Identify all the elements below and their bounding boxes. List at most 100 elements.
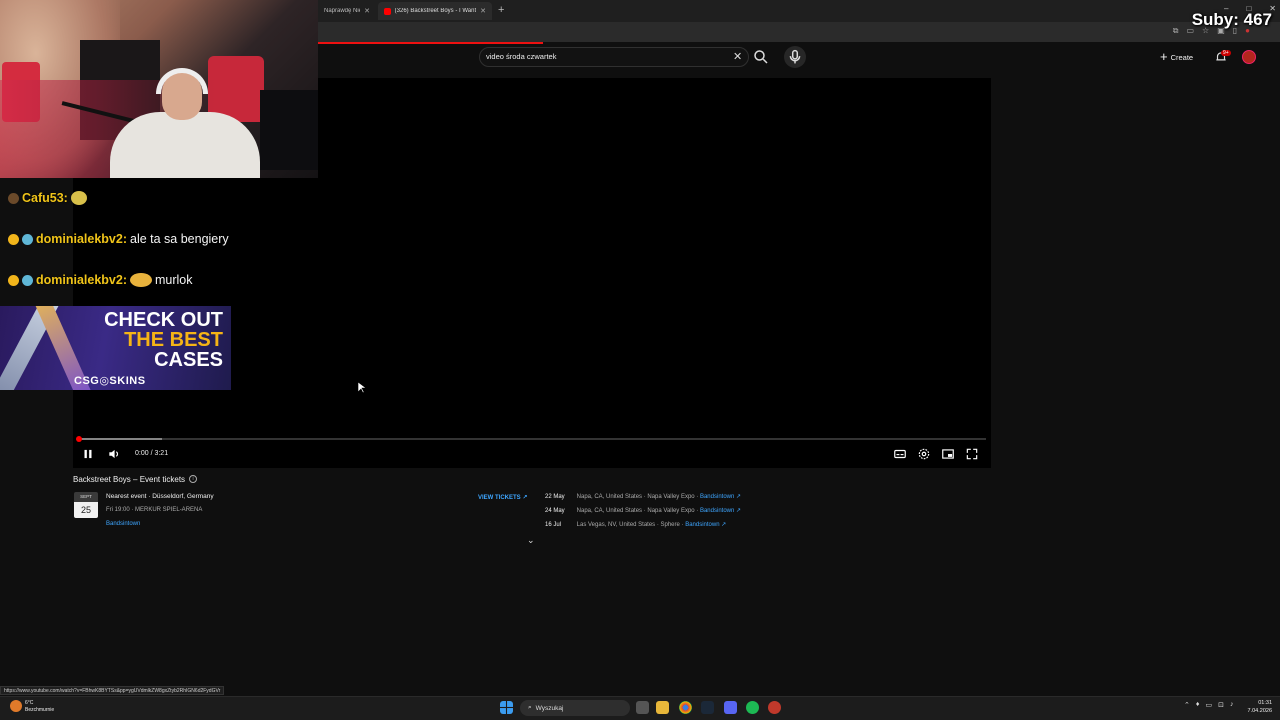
- ad-brand: CSG◎SKINS: [74, 375, 146, 387]
- event-date: 16 Jul: [545, 522, 562, 528]
- calendar-day: 25: [74, 502, 98, 518]
- notification-count-badge: 9+: [1221, 50, 1231, 56]
- user-badge-icon: [8, 192, 19, 204]
- file-explorer-icon[interactable]: [656, 701, 669, 714]
- expand-events-chevron-icon[interactable]: ⌄: [527, 535, 535, 546]
- settings-gear-icon[interactable]: [917, 447, 931, 461]
- tray-chevron-icon[interactable]: ⌃: [1184, 701, 1190, 709]
- account-avatar[interactable]: [1242, 50, 1256, 64]
- display-icon[interactable]: ▭: [1205, 701, 1212, 709]
- voice-search-button[interactable]: [784, 46, 806, 68]
- discord-icon[interactable]: [724, 701, 737, 714]
- miniplayer-icon[interactable]: [941, 447, 955, 461]
- chat-text: murlok: [155, 273, 193, 287]
- create-label: Create: [1170, 52, 1194, 62]
- app-icon[interactable]: [768, 701, 781, 714]
- youtube-favicon-icon: [384, 7, 391, 15]
- steam-icon[interactable]: [701, 701, 714, 714]
- chat-message: dominialekbv2: murlok: [8, 273, 193, 287]
- chat-message: Cafu53:: [8, 191, 87, 205]
- chat-username: Cafu53:: [22, 191, 68, 205]
- progress-bar[interactable]: [78, 438, 986, 440]
- nearest-event: Nearest event · Düsseldorf, Germany: [106, 493, 214, 500]
- event-place: Napa, CA, United States · Napa Valley Ex…: [576, 508, 699, 514]
- chrome-icon[interactable]: [679, 701, 692, 714]
- ad-line: CASES: [154, 349, 223, 371]
- time-display: 0:00 / 3:21: [135, 450, 169, 457]
- close-tab-icon[interactable]: ✕: [364, 7, 370, 15]
- tab-backstreet[interactable]: (326) Backstreet Boys - I Want It That W…: [378, 2, 492, 20]
- link-status-url: https://www.youtube.com/watch?v=FBhwK8BY…: [0, 686, 225, 695]
- search-input[interactable]: video środa czwartek: [486, 52, 556, 61]
- speaker-icon[interactable]: ♪: [1230, 701, 1234, 709]
- weather-desc: Bezchmurnie: [25, 707, 55, 713]
- info-icon[interactable]: i: [189, 475, 197, 483]
- user-badge-icon: [8, 274, 19, 286]
- tickets-title: Backstreet Boys – Event tickets: [73, 475, 186, 484]
- volume-icon[interactable]: [107, 447, 121, 461]
- weather-icon[interactable]: [10, 700, 22, 712]
- task-view-icon[interactable]: [636, 701, 649, 714]
- chat-message: dominialekbv2: ale ta sa bengiery: [8, 232, 229, 246]
- microphone-icon: [789, 49, 801, 64]
- plus-icon: +: [1160, 49, 1168, 64]
- page-load-bar: [318, 42, 543, 44]
- event-link[interactable]: Bandsintown ↗: [685, 522, 726, 528]
- ad-line: CHECK OUT: [104, 309, 223, 331]
- ad-line: THE BEST: [124, 329, 223, 351]
- event-link[interactable]: Bandsintown ↗: [700, 508, 741, 514]
- fullscreen-icon[interactable]: [965, 447, 979, 461]
- event-place: Napa, CA, United States · Napa Valley Ex…: [576, 494, 699, 500]
- spotify-icon[interactable]: [746, 701, 759, 714]
- clock-date: 7.04.2026: [1247, 708, 1272, 714]
- chat-text: ale ta sa bengiery: [130, 232, 229, 246]
- taskbar-clock[interactable]: 01:31 7.04.2026: [1238, 699, 1272, 715]
- close-tab-icon[interactable]: ✕: [480, 7, 486, 15]
- taskbar-search[interactable]: ⌕ Wyszukaj: [520, 700, 630, 716]
- chat-username: dominialekbv2:: [36, 232, 127, 246]
- search-icon[interactable]: [752, 48, 770, 66]
- calendar-month: SEPT: [74, 492, 98, 502]
- sub-counter: Suby: 467: [1191, 10, 1272, 29]
- mouse-cursor-icon: [358, 382, 366, 394]
- weather-widget[interactable]: 6°C Bezchmurnie: [25, 700, 54, 714]
- mic-tray-icon[interactable]: ♦: [1196, 701, 1200, 709]
- emote-icon: [130, 273, 152, 287]
- windows-start-icon[interactable]: [500, 701, 513, 714]
- streamer-webcam: [0, 0, 318, 178]
- pause-icon[interactable]: [81, 447, 95, 461]
- event-link[interactable]: Bandsintown ↗: [700, 494, 741, 500]
- network-icon[interactable]: ⊡: [1218, 701, 1224, 709]
- emote-icon: [70, 191, 87, 205]
- view-tickets-link[interactable]: VIEW TICKETS ↗: [478, 494, 527, 501]
- taskbar-search-label: Wyszukaj: [535, 704, 564, 712]
- event-place: Las Vegas, NV, United States · Sphere ·: [576, 522, 684, 528]
- create-button[interactable]: + Create: [1160, 49, 1193, 65]
- weather-temp: 6°C: [25, 700, 34, 706]
- calendar-badge: SEPT 25: [74, 492, 98, 518]
- sub-badge-icon: [22, 274, 33, 286]
- clock-time: 01:31: [1258, 700, 1272, 706]
- tab-naprawde[interactable]: Naprawdę Nie Mam Czasu (Officia... ✕: [318, 2, 376, 20]
- event-row: 22 May Napa, CA, United States · Napa Va…: [545, 493, 741, 500]
- translate-icon[interactable]: ⧉: [1173, 26, 1179, 36]
- nearest-event-link[interactable]: Bandsintown: [106, 521, 140, 527]
- tab-label: (326) Backstreet Boys - I Want It That W…: [394, 8, 477, 14]
- tab-label: Naprawdę Nie Mam Czasu (Officia...: [324, 8, 360, 14]
- event-date: 22 May: [545, 494, 565, 500]
- user-badge-icon: [8, 233, 19, 245]
- progress-scrubber[interactable]: [76, 436, 82, 442]
- event-row: 16 Jul Las Vegas, NV, United States · Sp…: [545, 521, 726, 528]
- sub-badge-icon: [22, 233, 33, 245]
- system-tray: ⌃ ♦ ▭ ⊡ ♪: [1184, 701, 1233, 709]
- event-date: 24 May: [545, 508, 565, 514]
- new-tab-button[interactable]: +: [498, 4, 504, 16]
- search-icon: ⌕: [528, 704, 532, 711]
- clear-search-icon[interactable]: ✕: [733, 50, 742, 63]
- chat-username: dominialekbv2:: [36, 273, 127, 287]
- nearest-event-time: Fri 19:00 · MERKUR SPIEL-ARENA: [106, 507, 203, 513]
- csgoskins-ad-banner: CHECK OUT THE BEST CASES CSG◎SKINS: [0, 306, 231, 390]
- progress-buffered: [78, 438, 162, 440]
- event-row: 24 May Napa, CA, United States · Napa Va…: [545, 507, 741, 514]
- subtitles-icon[interactable]: [893, 447, 907, 461]
